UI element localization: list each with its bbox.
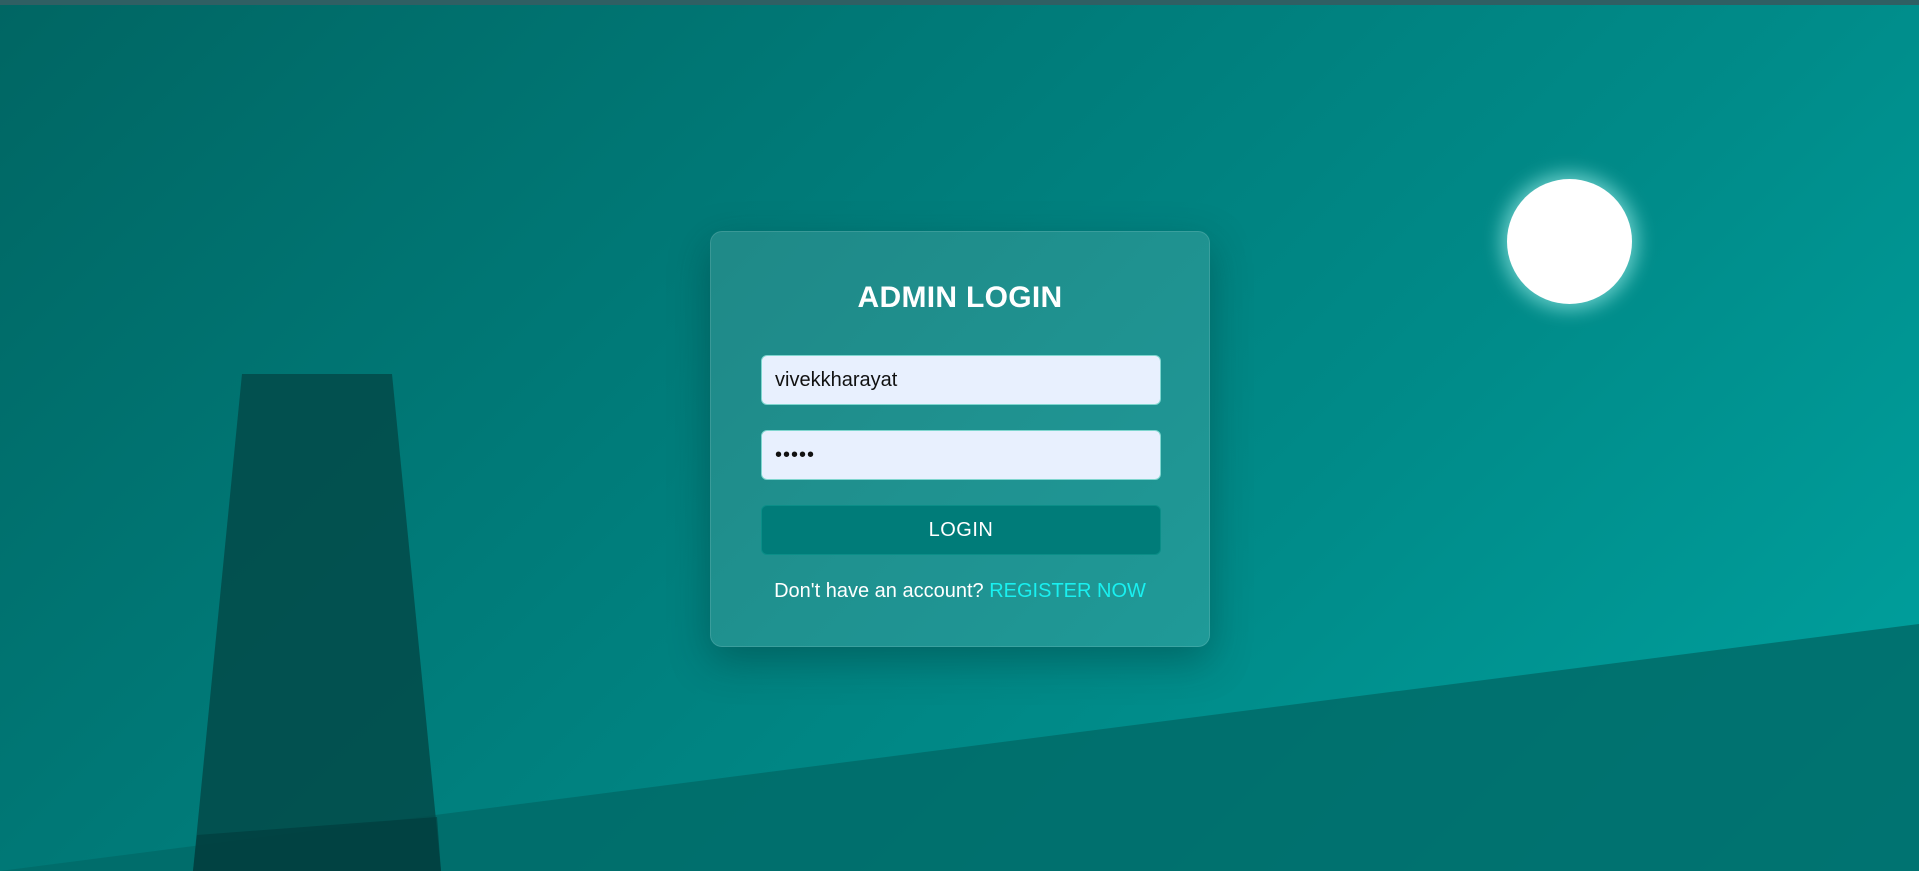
username-input[interactable] [761, 355, 1161, 405]
login-card: ADMIN LOGIN LOGIN Don't have an account?… [710, 231, 1210, 647]
register-prompt-text: Don't have an account? [774, 580, 984, 602]
login-title: ADMIN LOGIN [857, 281, 1063, 314]
register-prompt-line: Don't have an account? REGISTER NOW [761, 579, 1159, 603]
login-page: ADMIN LOGIN LOGIN Don't have an account?… [0, 0, 1919, 871]
password-input[interactable] [761, 430, 1161, 480]
register-now-link[interactable]: REGISTER NOW [989, 580, 1146, 602]
moon-circle [1507, 179, 1632, 304]
login-button[interactable]: LOGIN [761, 505, 1161, 555]
tower-silhouette [193, 374, 441, 871]
